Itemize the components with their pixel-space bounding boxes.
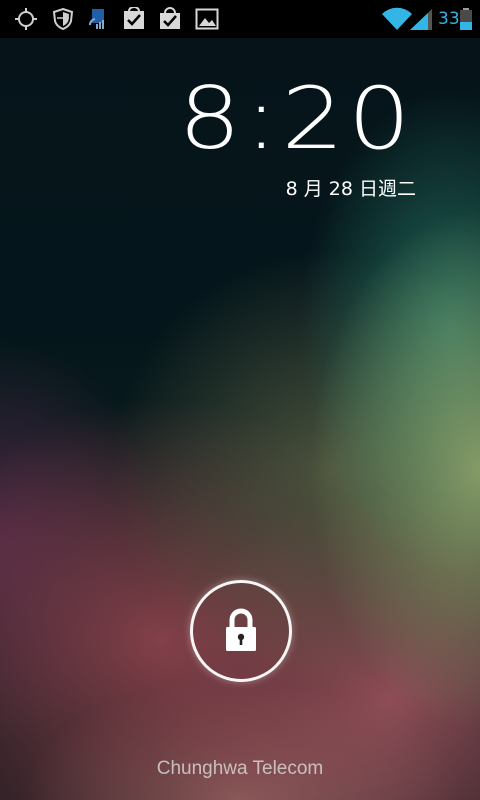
lockscreen-clock: 8:20 bbox=[178, 69, 414, 169]
carrier-label: Chunghwa Telecom bbox=[156, 758, 324, 779]
lockscreen-date: 8 月 28 日週二 bbox=[285, 178, 416, 200]
shield-icon bbox=[52, 7, 74, 31]
status-bar[interactable]: 33 bbox=[0, 0, 480, 38]
battery-percent: 33 bbox=[438, 9, 460, 29]
lock-icon bbox=[226, 608, 256, 651]
download-complete-icon bbox=[124, 7, 144, 29]
image-icon bbox=[195, 8, 219, 30]
gps-icon bbox=[15, 8, 37, 30]
unlock-handle[interactable] bbox=[190, 580, 292, 682]
signal-icon bbox=[410, 9, 432, 30]
battery-icon bbox=[460, 8, 472, 30]
lock-screen: 33 8:20 8 月 28 日週二 Chunghwa Telecom bbox=[0, 0, 480, 800]
data-sync-icon bbox=[88, 9, 104, 29]
download-complete-icon bbox=[160, 7, 180, 29]
